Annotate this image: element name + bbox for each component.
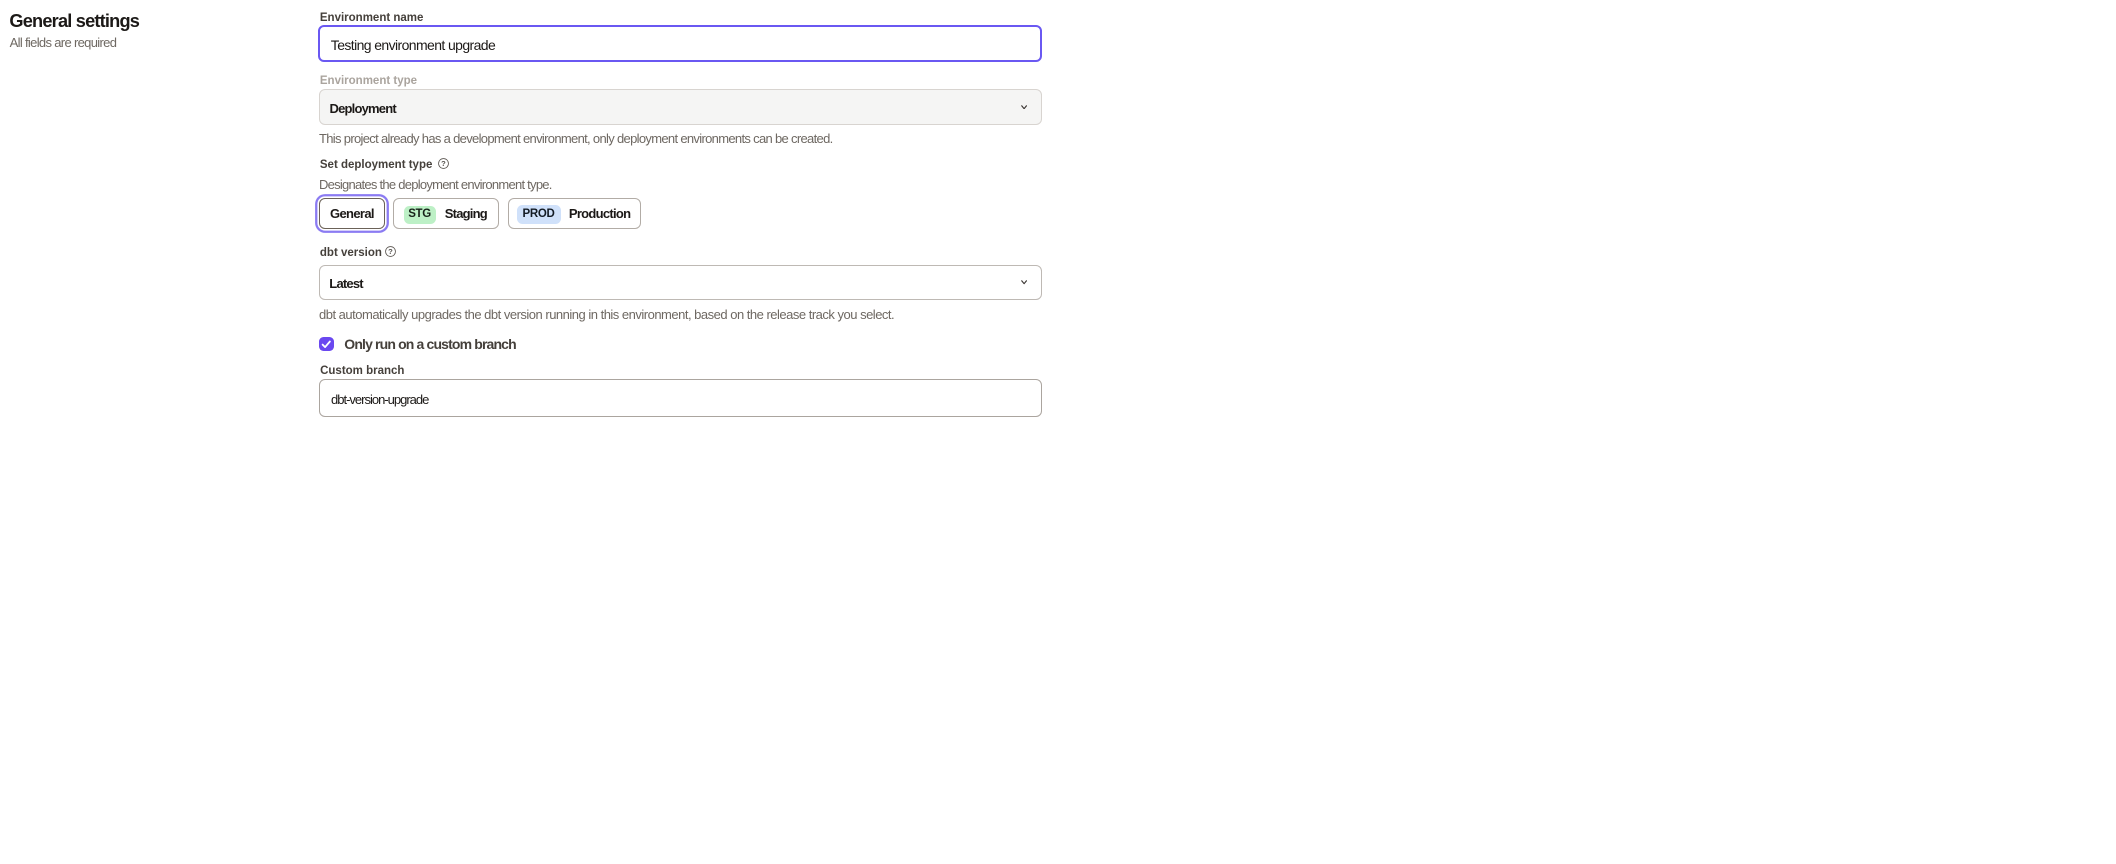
svg-text:?: ? xyxy=(441,159,446,168)
svg-text:?: ? xyxy=(388,247,393,256)
